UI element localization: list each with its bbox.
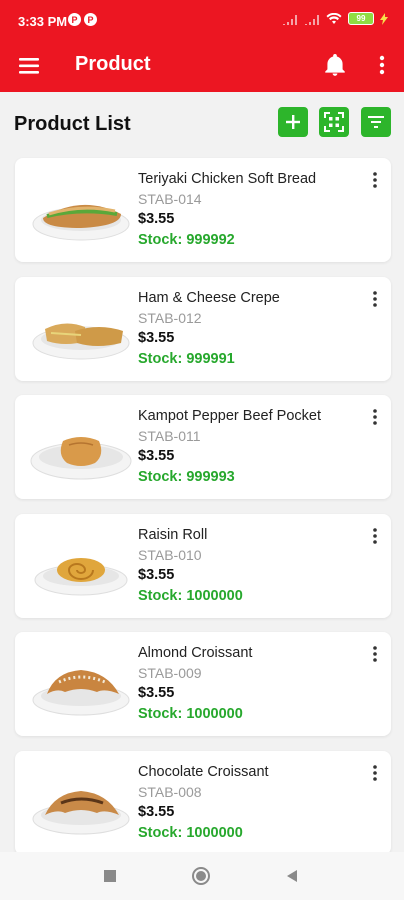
product-name: Raisin Roll — [138, 526, 208, 543]
plus-icon — [286, 115, 300, 129]
product-name: Ham & Cheese Crepe — [138, 289, 280, 306]
product-price: $3.55 — [138, 566, 175, 583]
triangle-back-icon[interactable] — [282, 866, 302, 886]
sandwich-image — [32, 204, 130, 241]
app-title: Product — [75, 53, 151, 75]
product-code: STAB-008 — [138, 783, 202, 800]
more-vert-icon[interactable] — [365, 526, 385, 546]
product-card[interactable]: Raisin Roll STAB-010 $3.55 Stock: 100000… — [15, 513, 391, 618]
signal-icon — [305, 14, 319, 25]
hamburger-menu-icon[interactable] — [18, 54, 42, 78]
battery-icon: 99 — [348, 12, 374, 25]
more-vert-icon[interactable] — [365, 763, 385, 783]
product-list: Teriyaki Chicken Soft Bread STAB-014 $3.… — [15, 158, 391, 869]
product-card[interactable]: Teriyaki Chicken Soft Bread STAB-014 $3.… — [15, 158, 391, 262]
square-recent-icon[interactable] — [100, 866, 120, 886]
product-card[interactable]: Kampot Pepper Beef Pocket STAB-011 $3.55… — [15, 395, 391, 499]
product-code: STAB-012 — [138, 309, 202, 326]
crepe-image — [32, 322, 130, 359]
product-price: $3.55 — [138, 329, 175, 346]
product-card[interactable]: Chocolate Croissant STAB-008 $3.55 Stock… — [15, 750, 391, 855]
product-card[interactable]: Almond Croissant STAB-009 $3.55 Stock: 1… — [15, 632, 391, 736]
more-vert-icon[interactable] — [365, 170, 385, 190]
product-price: $3.55 — [138, 803, 175, 820]
qr-scan-icon — [324, 112, 344, 132]
product-stock: Stock: 1000000 — [138, 706, 243, 722]
bell-icon[interactable] — [322, 52, 348, 78]
product-code: STAB-010 — [138, 546, 202, 563]
pocket-image — [30, 437, 132, 480]
product-price: $3.55 — [138, 448, 175, 464]
app-bar: Product — [0, 40, 404, 92]
scan-button[interactable] — [319, 107, 349, 137]
product-stock: Stock: 999992 — [138, 232, 235, 248]
more-vert-icon[interactable] — [365, 407, 385, 427]
more-vert-icon[interactable] — [365, 289, 385, 309]
page-title: Product List — [14, 113, 131, 135]
product-code: STAB-011 — [138, 428, 201, 444]
product-name: Teriyaki Chicken Soft Bread — [138, 171, 317, 187]
product-name: Almond Croissant — [138, 645, 253, 661]
raisin-roll-image — [34, 557, 128, 595]
almond-croissant-image — [32, 670, 130, 716]
product-name: Chocolate Croissant — [138, 763, 269, 780]
product-name: Kampot Pepper Beef Pocket — [138, 408, 321, 424]
chocolate-croissant-image — [32, 790, 130, 834]
product-stock: Stock: 1000000 — [138, 587, 243, 604]
filter-icon — [368, 116, 384, 128]
product-price: $3.55 — [138, 211, 175, 227]
product-card[interactable]: Ham & Cheese Crepe STAB-012 $3.55 Stock:… — [15, 276, 391, 381]
product-code: STAB-014 — [138, 191, 202, 207]
charging-icon — [380, 12, 388, 25]
more-vert-icon[interactable] — [370, 53, 394, 77]
more-vert-icon[interactable] — [365, 644, 385, 664]
status-time: 3:33 PM — [18, 14, 68, 29]
signal-icon — [283, 14, 297, 25]
notification-app-icon: P — [84, 13, 97, 26]
wifi-icon — [326, 12, 342, 24]
circle-home-icon[interactable] — [191, 866, 211, 886]
product-stock: Stock: 999991 — [138, 350, 235, 367]
list-header: Product List — [0, 92, 404, 154]
filter-button[interactable] — [361, 107, 391, 137]
product-code: STAB-009 — [138, 665, 202, 681]
notification-app-icon: P — [68, 13, 81, 26]
product-stock: Stock: 999993 — [138, 469, 235, 485]
product-stock: Stock: 1000000 — [138, 824, 243, 841]
product-price: $3.55 — [138, 685, 175, 701]
system-nav-bar — [0, 852, 404, 900]
add-product-button[interactable] — [278, 107, 308, 137]
status-bar: 3:33 PM P P 99 — [0, 0, 404, 40]
